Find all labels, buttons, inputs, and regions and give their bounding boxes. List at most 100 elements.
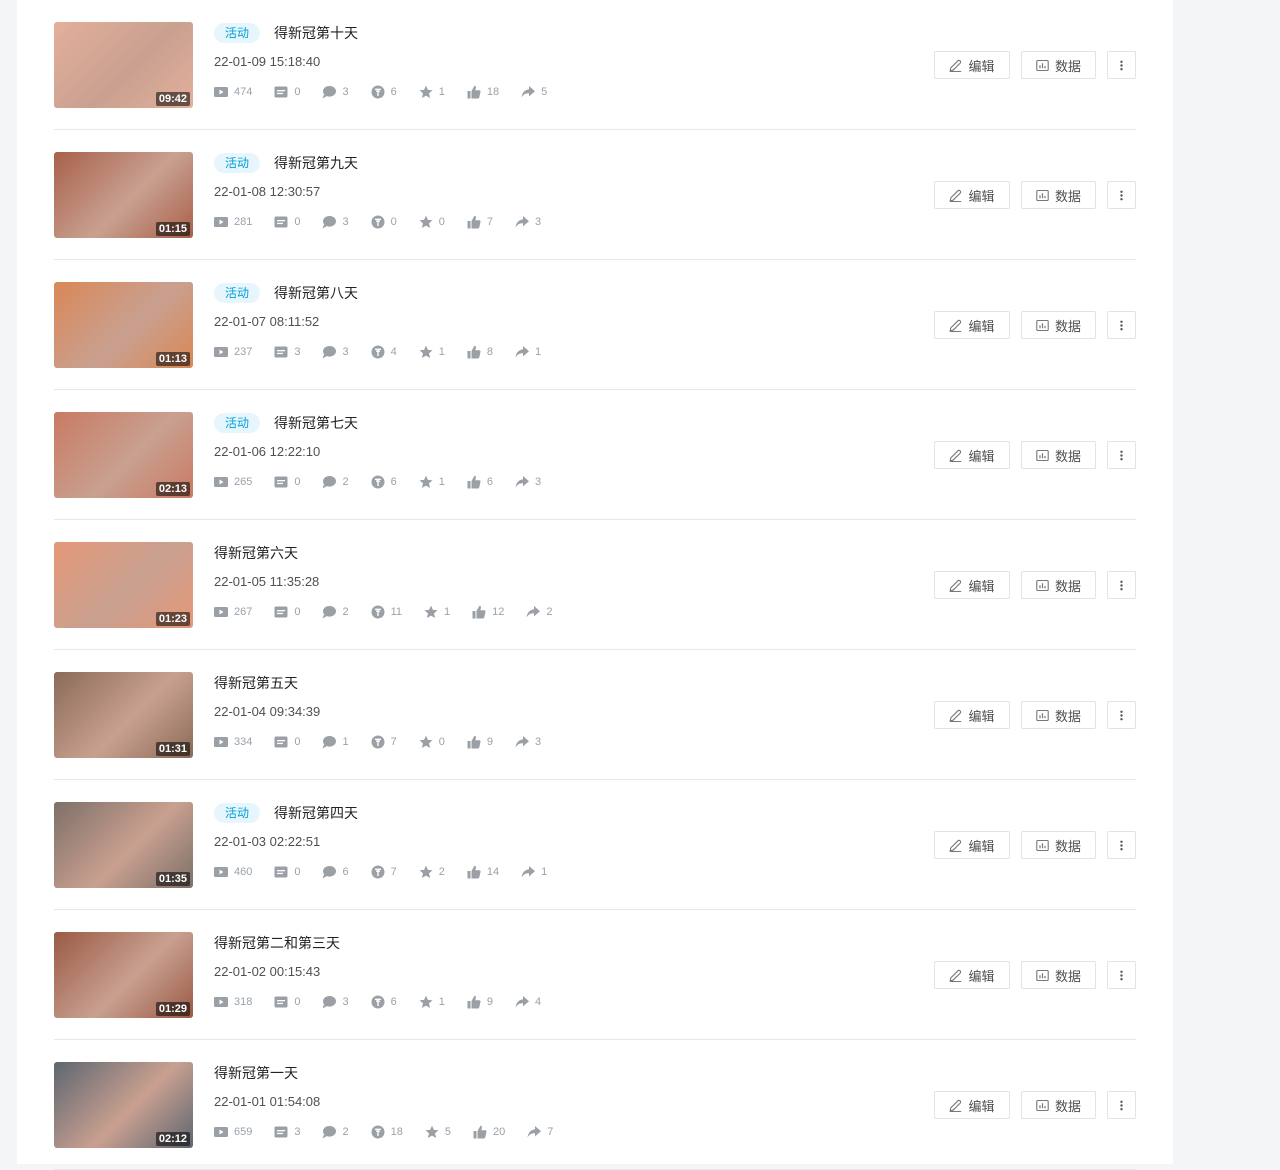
more-button[interactable]	[1107, 961, 1136, 989]
share-icon	[521, 866, 536, 878]
share-count: 3	[515, 735, 541, 749]
like-count: 8	[467, 345, 493, 359]
favorite-count-value: 5	[444, 1126, 451, 1138]
more-button[interactable]	[1107, 571, 1136, 599]
play-count: 265	[214, 475, 252, 489]
more-button[interactable]	[1107, 441, 1136, 469]
edit-button[interactable]: 编辑	[934, 181, 1010, 209]
favorite-count-value: 1	[438, 86, 445, 98]
more-button[interactable]	[1107, 701, 1136, 729]
video-thumbnail[interactable]: 01:29	[54, 932, 193, 1018]
like-count-value: 9	[486, 736, 493, 748]
video-thumbnail[interactable]: 01:35	[54, 802, 193, 888]
danmaku-count-value: 0	[294, 86, 301, 98]
data-button[interactable]: 数据	[1021, 1091, 1096, 1119]
comment-count-value: 1	[342, 736, 349, 748]
pencil-icon	[949, 579, 962, 592]
comment-icon	[322, 86, 337, 99]
video-title[interactable]: 得新冠第九天	[274, 153, 358, 173]
list-item: 01:23 得新冠第六天 22-01-05 11:35:28 267 0 2 1…	[54, 520, 1136, 650]
like-count: 18	[467, 85, 499, 99]
danmaku-icon	[274, 1126, 288, 1138]
coin-count: 0	[371, 215, 397, 229]
favorite-count: 2	[419, 865, 445, 879]
more-button[interactable]	[1107, 181, 1136, 209]
edit-button[interactable]: 编辑	[934, 311, 1010, 339]
thumbs-up-icon	[467, 735, 481, 749]
edit-button[interactable]: 编辑	[934, 441, 1010, 469]
more-button[interactable]	[1107, 831, 1136, 859]
list-item: 01:13 活动 得新冠第八天 22-01-07 08:11:52 237 3	[54, 260, 1136, 390]
data-button[interactable]: 数据	[1021, 701, 1096, 729]
publish-time: 22-01-06 12:22:10	[214, 444, 321, 459]
video-thumbnail[interactable]: 09:42	[54, 22, 193, 108]
edit-label: 编辑	[968, 319, 995, 335]
more-button[interactable]	[1107, 51, 1136, 79]
video-thumbnail[interactable]: 01:31	[54, 672, 193, 758]
video-thumbnail[interactable]: 01:23	[54, 542, 193, 628]
favorite-count-value: 2	[438, 866, 445, 878]
edit-button[interactable]: 编辑	[934, 831, 1010, 859]
publish-time: 22-01-02 00:15:43	[214, 964, 321, 979]
edit-button[interactable]: 编辑	[934, 701, 1010, 729]
video-title[interactable]: 得新冠第八天	[274, 283, 358, 303]
play-count-value: 474	[234, 86, 253, 98]
video-thumbnail[interactable]: 02:12	[54, 1062, 193, 1148]
video-title[interactable]: 得新冠第五天	[214, 673, 298, 693]
data-button[interactable]: 数据	[1021, 571, 1096, 599]
video-title[interactable]: 得新冠第一天	[214, 1063, 298, 1083]
data-button[interactable]: 数据	[1021, 51, 1096, 79]
video-title[interactable]: 得新冠第六天	[214, 543, 298, 563]
comment-count-value: 3	[342, 216, 349, 228]
more-icon	[1120, 840, 1123, 850]
video-title[interactable]: 得新冠第四天	[274, 803, 358, 823]
publish-time: 22-01-04 09:34:39	[214, 704, 321, 719]
danmaku-count: 3	[274, 1125, 300, 1139]
danmaku-icon	[274, 606, 288, 618]
more-icon	[1120, 60, 1123, 70]
data-button[interactable]: 数据	[1021, 961, 1096, 989]
publish-time: 22-01-01 01:54:08	[214, 1094, 321, 1109]
danmaku-count-value: 0	[294, 736, 301, 748]
data-button[interactable]: 数据	[1021, 311, 1096, 339]
comment-icon	[322, 1126, 337, 1139]
video-title[interactable]: 得新冠第二和第三天	[214, 933, 340, 953]
play-count: 460	[214, 865, 252, 879]
video-title[interactable]: 得新冠第十天	[274, 23, 358, 43]
danmaku-icon	[274, 476, 288, 488]
data-button[interactable]: 数据	[1021, 441, 1096, 469]
danmaku-icon	[274, 86, 288, 98]
share-count-value: 1	[534, 346, 542, 358]
more-button[interactable]	[1107, 311, 1136, 339]
play-icon	[214, 867, 228, 877]
video-thumbnail[interactable]: 01:15	[54, 152, 193, 238]
edit-button[interactable]: 编辑	[934, 51, 1010, 79]
activity-tag: 活动	[214, 803, 261, 823]
comment-count-value: 3	[342, 346, 349, 358]
stats-bar: 460 0 6 7 2 14 1	[214, 865, 569, 879]
thumbs-up-icon	[467, 215, 481, 229]
pencil-icon	[949, 969, 962, 982]
more-icon	[1120, 450, 1123, 460]
edit-button[interactable]: 编辑	[934, 571, 1010, 599]
edit-button[interactable]: 编辑	[934, 1091, 1010, 1119]
edit-button[interactable]: 编辑	[934, 961, 1010, 989]
like-count: 9	[467, 735, 493, 749]
data-button[interactable]: 数据	[1021, 181, 1096, 209]
play-count: 318	[214, 995, 252, 1009]
comment-icon	[322, 996, 337, 1009]
coin-count-value: 6	[390, 86, 397, 98]
bar-chart-icon	[1036, 59, 1049, 71]
more-button[interactable]	[1107, 1091, 1136, 1119]
comment-count-value: 2	[342, 1126, 349, 1138]
data-button[interactable]: 数据	[1021, 831, 1096, 859]
coin-count: 18	[371, 1125, 403, 1139]
video-title[interactable]: 得新冠第七天	[274, 413, 358, 433]
activity-tag: 活动	[214, 23, 261, 43]
video-thumbnail[interactable]: 01:13	[54, 282, 193, 368]
edit-label: 编辑	[968, 969, 995, 985]
share-count: 2	[526, 605, 553, 619]
share-count-value: 7	[547, 1126, 554, 1138]
video-thumbnail[interactable]: 02:13	[54, 412, 193, 498]
comment-count-value: 3	[342, 996, 349, 1008]
